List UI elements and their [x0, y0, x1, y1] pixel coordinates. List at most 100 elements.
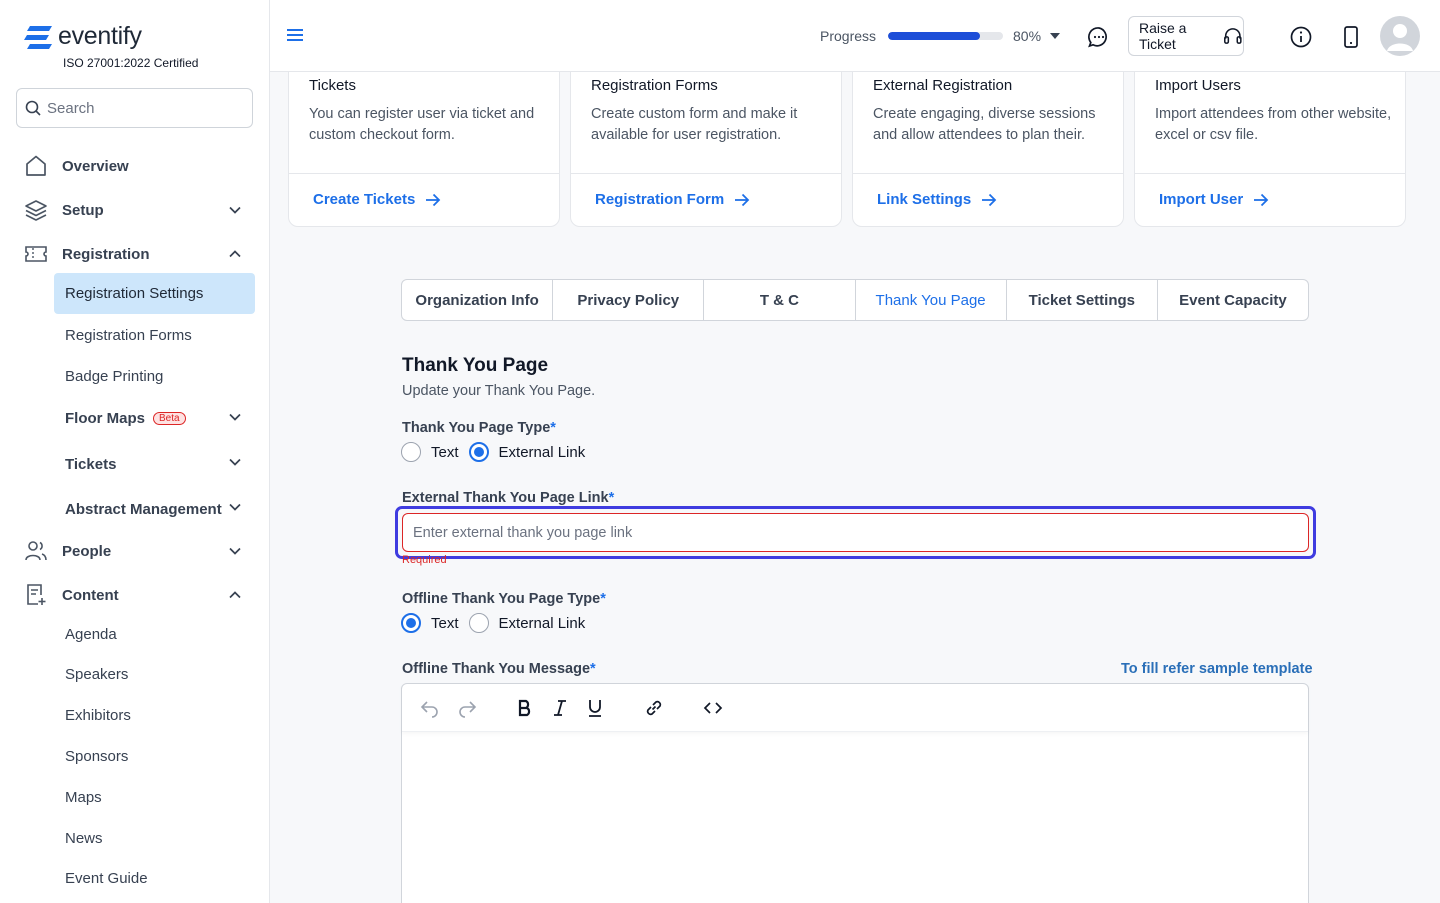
- progress-label: Progress: [820, 28, 877, 44]
- redo-icon[interactable]: [457, 698, 477, 718]
- tab-terms-conditions[interactable]: T & C: [704, 280, 856, 320]
- avatar[interactable]: [1380, 16, 1420, 56]
- sidebar-item-sponsors[interactable]: Sponsors: [65, 748, 128, 765]
- bold-icon[interactable]: [516, 698, 534, 718]
- progress-percent[interactable]: 80%: [1013, 28, 1041, 44]
- external-link-input[interactable]: [402, 513, 1309, 552]
- mobile-icon[interactable]: [1343, 26, 1359, 48]
- card-title: External Registration: [873, 77, 1013, 94]
- arrow-right-icon: [426, 193, 441, 206]
- card-divider: [571, 173, 841, 174]
- sidebar-item-people[interactable]: People: [24, 536, 244, 566]
- sidebar-item-overview[interactable]: Overview: [24, 151, 244, 181]
- card-description: Create engaging, diverse sessions and al…: [873, 106, 1096, 143]
- offline-type-radios: Text External Link: [401, 613, 585, 633]
- menu-icon[interactable]: [287, 28, 303, 42]
- sidebar-item-label: Registration: [62, 245, 150, 263]
- undo-icon[interactable]: [420, 698, 440, 718]
- sidebar-item-label: Content: [62, 586, 119, 604]
- sidebar-item-agenda[interactable]: Agenda: [65, 626, 117, 643]
- chevron-down-icon[interactable]: [228, 410, 242, 424]
- link-settings-link[interactable]: Link Settings: [877, 191, 997, 208]
- link-label: Import User: [1159, 191, 1244, 208]
- sidebar-item-content[interactable]: Content: [24, 580, 244, 610]
- card-description: Create custom form and make it available…: [591, 106, 798, 143]
- sidebar-item-speakers[interactable]: Speakers: [65, 666, 128, 683]
- radio-offline-external-link-label: External Link: [498, 614, 586, 632]
- required-asterisk: *: [608, 490, 615, 506]
- code-icon[interactable]: [703, 698, 723, 718]
- home-icon: [26, 155, 46, 176]
- beta-badge: Beta: [153, 412, 186, 425]
- brand-logo[interactable]: eventify: [24, 22, 142, 51]
- document-add-icon: [27, 584, 46, 605]
- sidebar-item-floor-maps[interactable]: Floor Maps Beta: [65, 410, 186, 427]
- sidebar-item-label: Registration Settings: [65, 285, 204, 302]
- arrow-right-icon: [735, 193, 750, 206]
- italic-icon[interactable]: [552, 698, 568, 718]
- chevron-down-icon: [229, 547, 241, 555]
- offline-type-label: Offline Thank You Page Type*: [402, 591, 606, 607]
- progress-bar-fill: [888, 32, 980, 40]
- thank-you-type-radios: Text External Link: [401, 442, 585, 462]
- chat-icon[interactable]: [1088, 26, 1110, 48]
- tab-ticket-settings[interactable]: Ticket Settings: [1007, 280, 1158, 320]
- card-import-users: Import Users Import attendees from other…: [1134, 60, 1406, 227]
- card-registration-forms: Registration Forms Create custom form an…: [570, 60, 842, 227]
- sidebar-item-abstract-management[interactable]: Abstract Management: [65, 501, 222, 518]
- settings-tabs: Organization Info Privacy Policy T & C T…: [401, 279, 1309, 321]
- sidebar-item-exhibitors[interactable]: Exhibitors: [65, 707, 131, 724]
- sidebar-item-registration[interactable]: Registration: [24, 239, 244, 269]
- arrow-right-icon: [982, 193, 997, 206]
- section-subtitle: Update your Thank You Page.: [402, 383, 596, 399]
- certification-label: ISO 27001:2022 Certified: [63, 56, 199, 70]
- raise-ticket-button[interactable]: Raise a Ticket: [1128, 16, 1244, 56]
- headset-icon: [1224, 28, 1242, 44]
- rich-text-editor[interactable]: [401, 683, 1309, 903]
- info-icon[interactable]: [1290, 26, 1312, 48]
- field-label: Offline Thank You Message: [402, 661, 591, 677]
- external-link-label: External Thank You Page Link*: [402, 490, 614, 506]
- sidebar-item-news[interactable]: News: [65, 830, 103, 847]
- sidebar-item-event-guide[interactable]: Event Guide: [65, 870, 148, 887]
- sidebar-item-setup[interactable]: Setup: [24, 195, 244, 225]
- radio-text[interactable]: [401, 442, 421, 462]
- chevron-down-icon[interactable]: [228, 455, 242, 469]
- sample-template-link[interactable]: To fill refer sample template: [1121, 661, 1313, 677]
- people-icon: [25, 541, 47, 561]
- editor-toolbar: [402, 684, 1308, 732]
- tab-event-capacity[interactable]: Event Capacity: [1158, 280, 1308, 320]
- link-icon[interactable]: [644, 698, 664, 718]
- chevron-down-icon[interactable]: [228, 500, 242, 514]
- sidebar-item-registration-settings[interactable]: Registration Settings: [54, 273, 255, 314]
- required-asterisk: *: [550, 420, 556, 436]
- sidebar-item-tickets[interactable]: Tickets: [65, 456, 116, 473]
- link-label: Create Tickets: [313, 191, 416, 208]
- radio-offline-external-link[interactable]: [468, 613, 489, 633]
- thank-you-type-label: Thank You Page Type*: [402, 420, 556, 436]
- sidebar-item-maps[interactable]: Maps: [65, 789, 102, 806]
- search-input[interactable]: [47, 99, 237, 117]
- sidebar: eventify ISO 27001:2022 Certified Overvi…: [0, 0, 270, 903]
- radio-offline-text[interactable]: [401, 613, 421, 633]
- raise-ticket-label: Raise a Ticket: [1139, 20, 1187, 52]
- user-avatar-icon: [1387, 24, 1413, 51]
- radio-text-label: Text: [431, 443, 459, 461]
- layers-icon: [25, 200, 47, 221]
- registration-form-link[interactable]: Registration Form: [595, 191, 750, 208]
- tab-privacy-policy[interactable]: Privacy Policy: [553, 280, 705, 320]
- tab-thank-you-page[interactable]: Thank You Page: [855, 280, 1007, 320]
- create-tickets-link[interactable]: Create Tickets: [313, 191, 441, 208]
- card-tickets: Tickets You can register user via ticket…: [288, 60, 560, 227]
- search-icon: [25, 100, 41, 116]
- caret-down-icon[interactable]: [1050, 33, 1060, 39]
- sidebar-item-badge-printing[interactable]: Badge Printing: [65, 368, 163, 385]
- radio-external-link[interactable]: [468, 442, 489, 462]
- required-asterisk: *: [590, 661, 596, 677]
- import-user-link[interactable]: Import User: [1159, 191, 1269, 208]
- top-header: Progress 80% Raise a Ticket: [270, 0, 1440, 72]
- field-label: Offline Thank You Page Type: [402, 591, 601, 607]
- sidebar-item-registration-forms[interactable]: Registration Forms: [65, 327, 192, 344]
- tab-organization-info[interactable]: Organization Info: [402, 280, 554, 320]
- underline-icon[interactable]: [587, 698, 603, 718]
